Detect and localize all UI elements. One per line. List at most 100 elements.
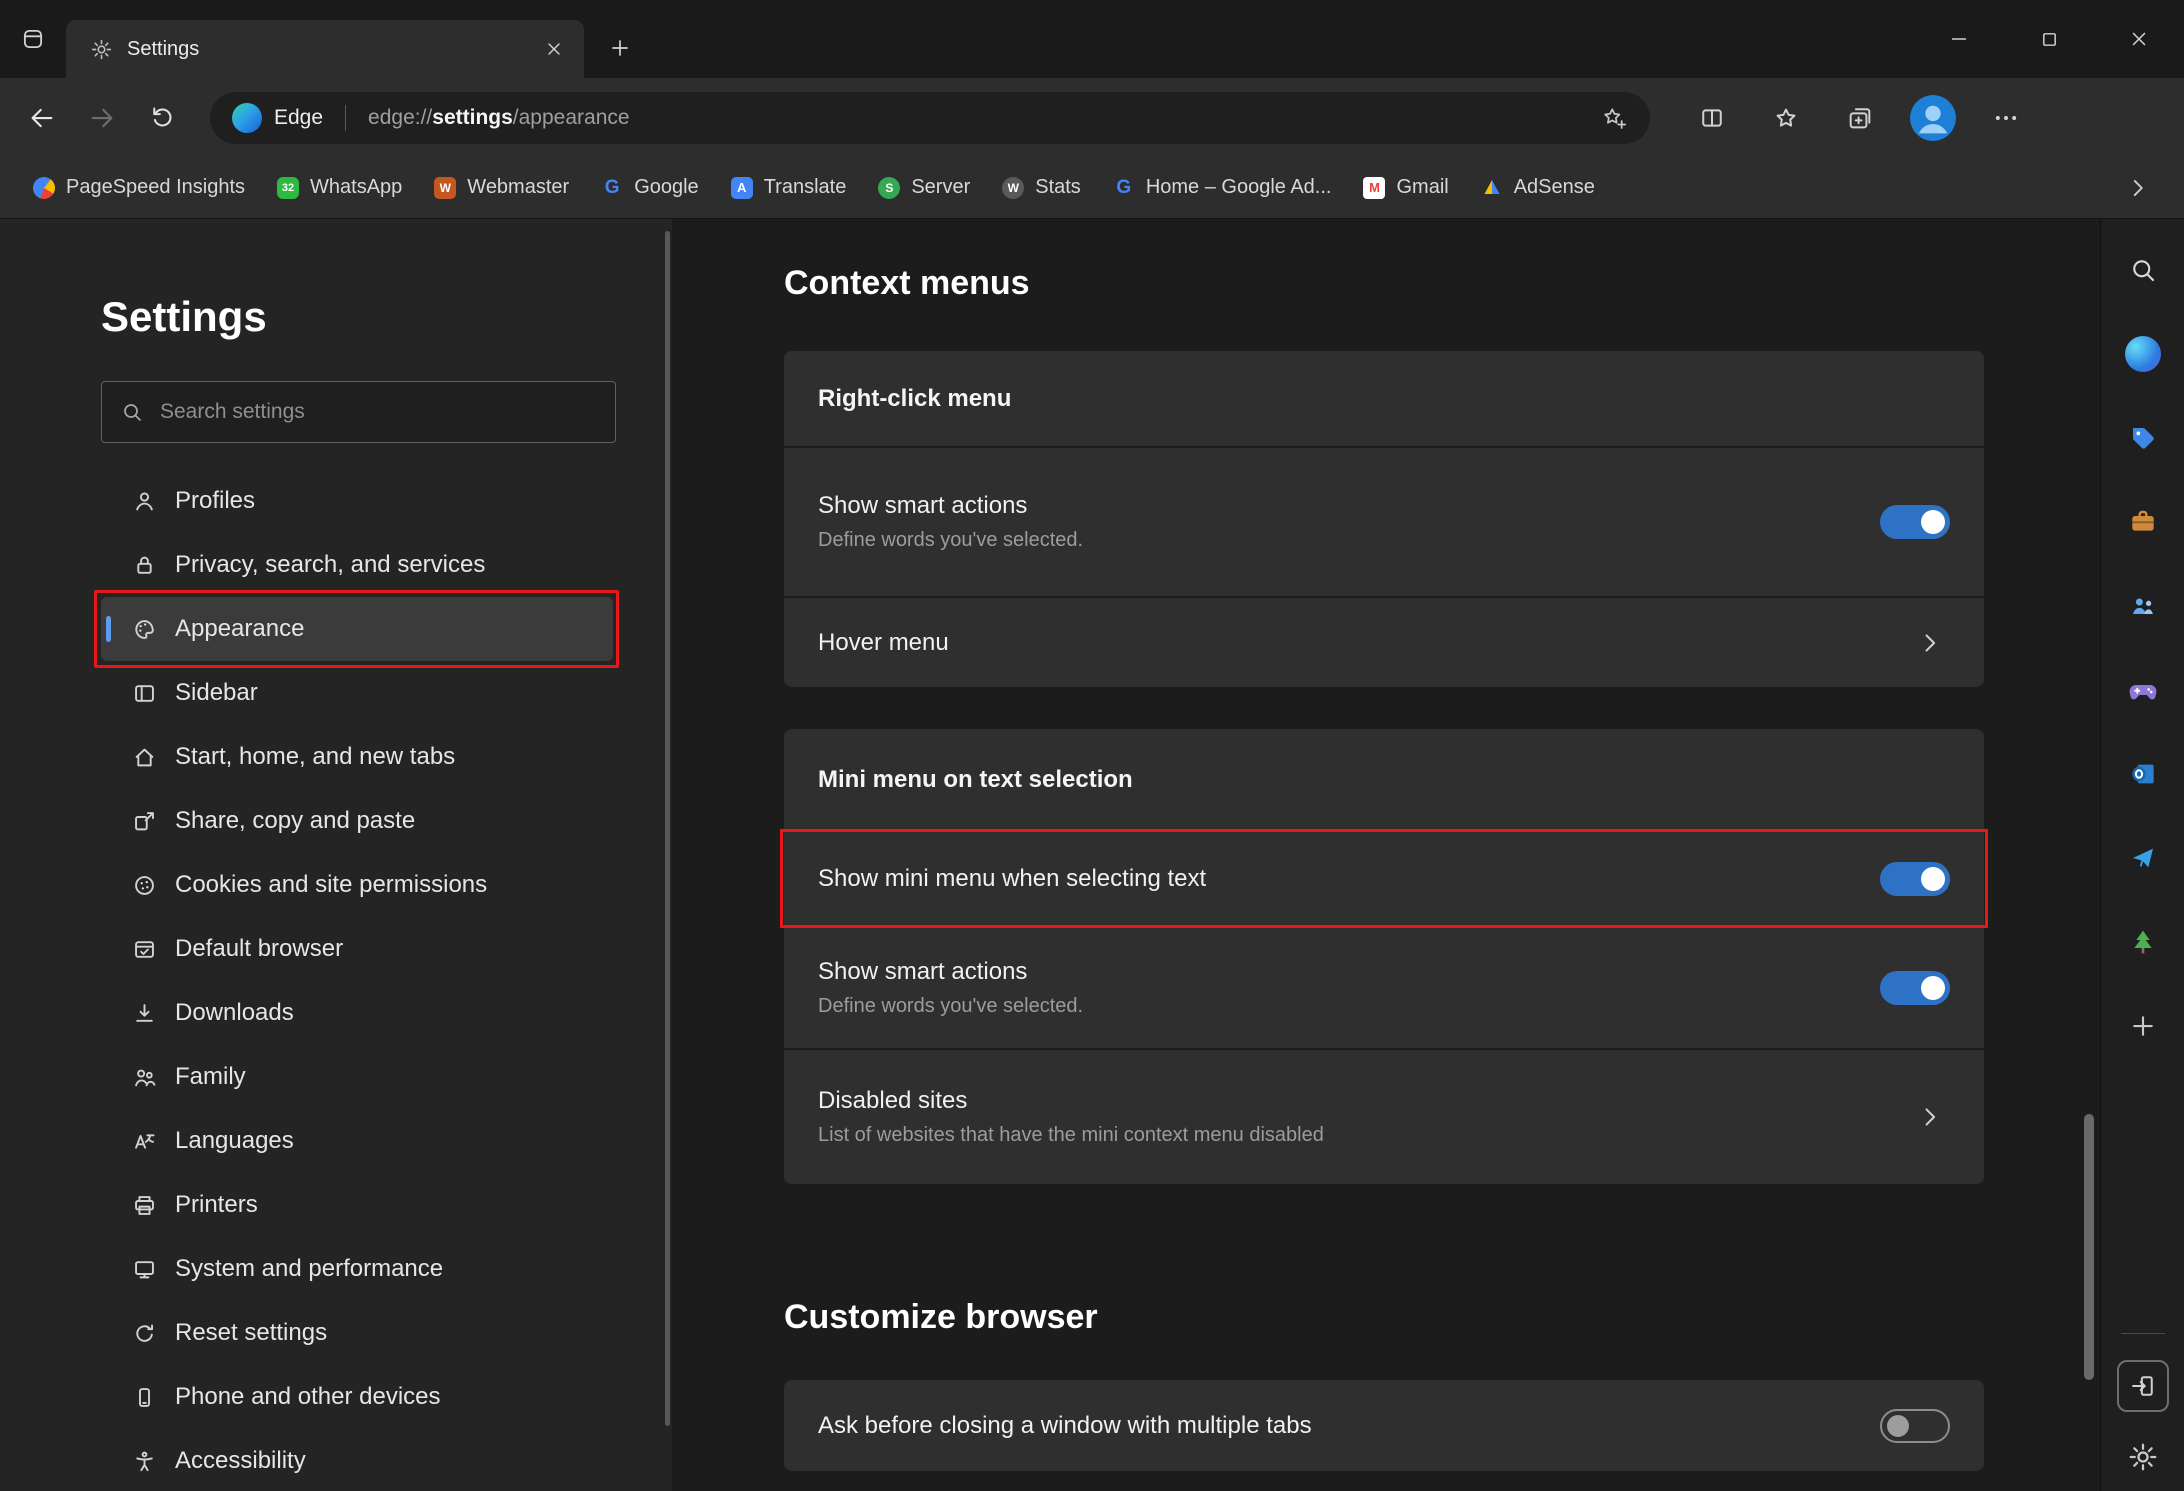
sidebar-item-appearance[interactable]: Appearance: [101, 597, 613, 661]
outlook-icon: [2127, 758, 2159, 790]
profiles-icon: [131, 488, 158, 515]
ask-before-closing-row: Ask before closing a window with multipl…: [784, 1380, 1984, 1471]
settings-search-box[interactable]: [101, 381, 616, 443]
maximize-button[interactable]: [2004, 0, 2094, 78]
tree-planting-button[interactable]: [2123, 923, 2163, 961]
split-screen-button[interactable]: [1688, 94, 1736, 142]
sidebar-item-label: Printers: [175, 1191, 258, 1219]
hover-menu-row[interactable]: Hover menu: [784, 596, 1984, 687]
bookmark-translate[interactable]: A Translate: [718, 169, 860, 206]
settings-sidebar: Settings Profiles Privacy, search, and s…: [0, 219, 672, 1491]
bookmark-webmaster[interactable]: W Webmaster: [421, 169, 582, 206]
minimize-button[interactable]: [1914, 0, 2004, 78]
sidebar-item-label: Phone and other devices: [175, 1383, 441, 1411]
sidebar-item-sidebar[interactable]: Sidebar: [101, 661, 613, 725]
sidebar-search-button[interactable]: [2123, 251, 2163, 289]
bookmark-stats[interactable]: W Stats: [989, 169, 1094, 206]
open-panel-button[interactable]: [2117, 1360, 2169, 1412]
bookmark-google[interactable]: G Google: [588, 169, 712, 206]
share-icon: [131, 808, 158, 835]
window-controls: [1914, 0, 2184, 78]
annotation-box-appearance: [94, 590, 619, 668]
sidebar-item-accessibility[interactable]: Accessibility: [101, 1429, 613, 1491]
settings-and-more-button[interactable]: [1982, 94, 2030, 142]
bookmark-server[interactable]: S Server: [865, 169, 983, 206]
edge-sidebar-settings-button[interactable]: [2123, 1438, 2163, 1476]
close-button[interactable]: [2094, 0, 2184, 78]
mini-menu-card: Mini menu on text selection Show mini me…: [784, 729, 1984, 1184]
back-button[interactable]: [16, 92, 68, 144]
sidebar-item-label: Profiles: [175, 487, 255, 515]
sidebar-item-cookies[interactable]: Cookies and site permissions: [101, 853, 613, 917]
favorites-button[interactable]: [1762, 94, 1810, 142]
content-scrollbar[interactable]: [2084, 1114, 2094, 1380]
people-button[interactable]: [2123, 587, 2163, 625]
sidebar-item-start-home[interactable]: Start, home, and new tabs: [101, 725, 613, 789]
add-sidebar-item-button[interactable]: [2123, 1007, 2163, 1045]
games-button[interactable]: [2123, 671, 2163, 709]
profile-avatar[interactable]: [1910, 95, 1956, 141]
show-mini-menu-toggle[interactable]: [1880, 862, 1950, 896]
section-title-context-menus: Context menus: [784, 263, 2100, 303]
toolbox-icon: [2127, 506, 2159, 538]
tab-actions-button[interactable]: [0, 0, 66, 78]
site-chip-label: Edge: [274, 106, 323, 130]
sidebar-item-share-copy-paste[interactable]: Share, copy and paste: [101, 789, 613, 853]
search-input[interactable]: [158, 399, 597, 425]
page-title: Settings: [101, 293, 672, 341]
bookmarks-overflow-button[interactable]: [2112, 168, 2164, 208]
sidebar-item-label: Accessibility: [175, 1447, 306, 1475]
ask-before-closing-toggle[interactable]: [1880, 1409, 1950, 1443]
settings-main-pane: Context menus Right-click menu Show smar…: [672, 219, 2100, 1491]
collections-button[interactable]: [1836, 94, 1884, 142]
sidebar-item-profiles[interactable]: Profiles: [101, 469, 613, 533]
url-scheme: edge://: [368, 106, 432, 129]
bookmark-label: Home – Google Ad...: [1146, 176, 1332, 199]
edge-logo-icon: [232, 103, 262, 133]
toggle-knob: [1921, 976, 1945, 1000]
tab-close-button[interactable]: [538, 33, 570, 65]
sidebar-item-default-browser[interactable]: Default browser: [101, 917, 613, 981]
sidebar-item-printers[interactable]: Printers: [101, 1173, 613, 1237]
sidebar-item-languages[interactable]: Languages: [101, 1109, 613, 1173]
tools-button[interactable]: [2123, 503, 2163, 541]
settings-nav: Profiles Privacy, search, and services A…: [101, 469, 613, 1491]
bookmark-label: Server: [911, 176, 970, 199]
selected-indicator: [106, 616, 111, 642]
browser-tab-settings[interactable]: Settings: [66, 20, 584, 78]
bookmarks-bar: PageSpeed Insights 32 WhatsApp W Webmast…: [0, 157, 2184, 219]
sidebar-item-system[interactable]: System and performance: [101, 1237, 613, 1301]
sidebar-item-reset[interactable]: Reset settings: [101, 1301, 613, 1365]
sidebar-scrollbar[interactable]: [665, 231, 670, 1426]
bookmark-label: Gmail: [1396, 176, 1448, 199]
drop-button[interactable]: [2123, 839, 2163, 877]
bookmark-gmail[interactable]: M Gmail: [1350, 169, 1461, 206]
copilot-button[interactable]: [2123, 335, 2163, 373]
shopping-button[interactable]: [2123, 419, 2163, 457]
sidebar-item-family[interactable]: Family: [101, 1045, 613, 1109]
sidebar-layout-icon: [131, 680, 158, 707]
show-smart-actions-toggle[interactable]: [1880, 505, 1950, 539]
forward-button[interactable]: [76, 92, 128, 144]
shopping-tag-icon: [2127, 422, 2159, 454]
row-title: Disabled sites: [818, 1087, 1324, 1115]
sidebar-item-privacy[interactable]: Privacy, search, and services: [101, 533, 613, 597]
browser-window: Settings: [0, 0, 2184, 1491]
sidebar-item-downloads[interactable]: Downloads: [101, 981, 613, 1045]
bookmark-adsense[interactable]: AdSense: [1468, 169, 1608, 206]
bookmark-whatsapp[interactable]: 32 WhatsApp: [264, 169, 415, 206]
card-header-label: Right-click menu: [818, 385, 1011, 413]
sidebar-item-phone[interactable]: Phone and other devices: [101, 1365, 613, 1429]
toggle-knob: [1887, 1415, 1909, 1437]
bookmark-home-google-ads[interactable]: G Home – Google Ad...: [1100, 169, 1345, 206]
add-favorite-icon[interactable]: [1600, 104, 1628, 132]
show-smart-actions-toggle-2[interactable]: [1880, 971, 1950, 1005]
row-subtitle: List of websites that have the mini cont…: [818, 1124, 1324, 1147]
address-bar[interactable]: Edge edge://settings/appearance: [210, 92, 1650, 144]
refresh-button[interactable]: [136, 92, 188, 144]
outlook-button[interactable]: [2123, 755, 2163, 793]
bookmark-pagespeed[interactable]: PageSpeed Insights: [20, 169, 258, 206]
disabled-sites-row[interactable]: Disabled sites List of websites that hav…: [784, 1048, 1984, 1184]
new-tab-button[interactable]: [592, 20, 648, 76]
title-bar: Settings: [0, 0, 2184, 78]
